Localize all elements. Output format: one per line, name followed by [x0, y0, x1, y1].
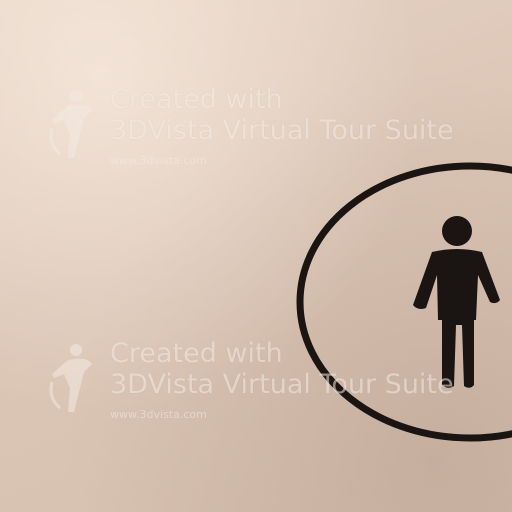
- watermark-url: www.3dvista.com: [110, 154, 207, 167]
- 3dvista-logo-icon: [49, 344, 92, 412]
- restroom-sign: [296, 162, 512, 442]
- 3dvista-logo-icon: [49, 90, 92, 158]
- watermark-top: Created with 3DVista Virtual Tour Suite …: [46, 84, 506, 174]
- watermark-line1: Created with: [110, 84, 283, 115]
- watermark-bottom: Created with 3DVista Virtual Tour Suite …: [46, 338, 506, 428]
- watermark-line2: 3DVista Virtual Tour Suite: [110, 115, 454, 146]
- watermark-url: www.3dvista.com: [110, 408, 207, 421]
- watermark-line2: 3DVista Virtual Tour Suite: [110, 369, 454, 400]
- watermark-line1: Created with: [110, 338, 283, 369]
